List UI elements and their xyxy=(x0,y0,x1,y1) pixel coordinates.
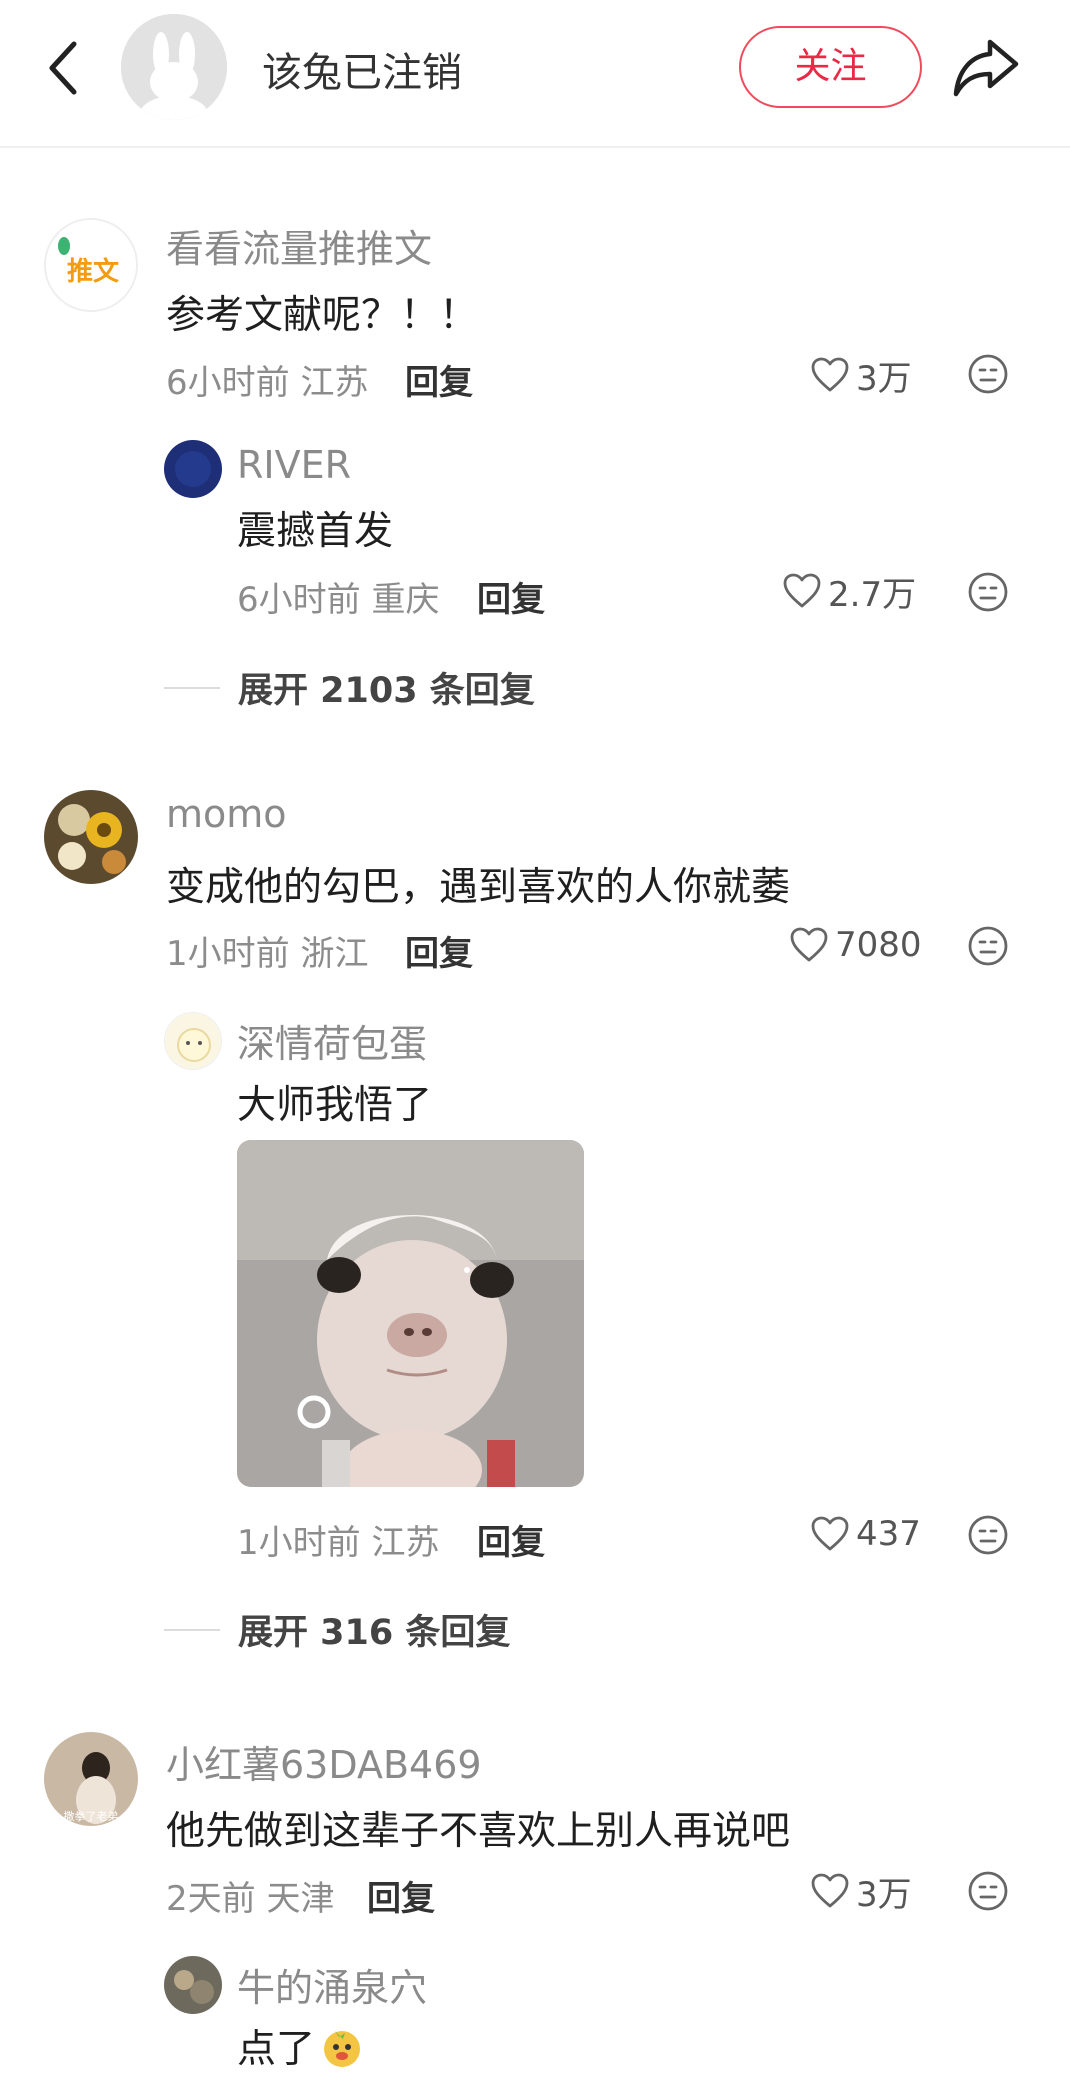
comment-username[interactable]: 看看流量推推文 xyxy=(166,218,432,273)
reply-button[interactable]: 回复 xyxy=(477,572,545,621)
comment-text: 他先做到这辈子不喜欢上别人再说吧 xyxy=(166,1809,791,1854)
reply-text: 点了 xyxy=(237,2027,316,2072)
divider xyxy=(164,686,220,689)
like-count: 3万 xyxy=(856,358,912,399)
svg-text:推文: 推文 xyxy=(67,256,120,287)
share-icon[interactable] xyxy=(950,34,1022,100)
comment-username[interactable]: 小红薯63DAB469 xyxy=(166,1734,482,1789)
like-button[interactable]: 437 xyxy=(810,1511,921,1557)
like-count: 2.7万 xyxy=(828,574,917,615)
heart-icon xyxy=(811,357,849,392)
like-button[interactable]: 7080 xyxy=(789,922,922,968)
replier-avatar[interactable] xyxy=(164,1956,222,2014)
follow-button[interactable]: 关注 xyxy=(739,26,922,108)
heart-icon xyxy=(783,573,821,608)
top-bar: 该兔已注销 关注 xyxy=(0,0,1070,148)
reply-username[interactable]: RIVER xyxy=(237,443,351,487)
comment-time: 1小时前 浙江 xyxy=(166,934,369,974)
expand-replies[interactable]: 展开 316 条回复 xyxy=(164,1604,510,1655)
heart-icon xyxy=(811,1873,849,1908)
commenter-avatar[interactable]: 推文 xyxy=(44,218,138,312)
comment-time: 6小时前 江苏 xyxy=(166,363,369,403)
reply-button[interactable]: 回复 xyxy=(477,1515,545,1564)
heart-icon xyxy=(811,1516,849,1551)
replier-avatar[interactable] xyxy=(164,1012,222,1070)
reply-text: 大师我悟了 xyxy=(237,1083,433,1128)
reply-button[interactable]: 回复 xyxy=(405,926,473,975)
reply-username[interactable]: 深情荷包蛋 xyxy=(237,1013,427,1068)
emoji-reaction-icon[interactable] xyxy=(966,1513,1010,1557)
reply-username[interactable]: 牛的涌泉穴 xyxy=(237,1957,427,2012)
reply-image[interactable] xyxy=(237,1140,584,1487)
like-button[interactable]: 3万 xyxy=(810,1868,912,1915)
like-button[interactable]: 2.7万 xyxy=(782,568,917,615)
svg-text:撒拳了老弟: 撒拳了老弟 xyxy=(64,1809,119,1823)
emoji-reaction-icon[interactable] xyxy=(966,924,1010,968)
comment-text: 变成他的勾巴，遇到喜欢的人你就萎 xyxy=(166,865,791,910)
comment-text: 参考文献呢？！！ xyxy=(166,293,479,338)
comment-time: 2天前 天津 xyxy=(166,1879,335,1919)
comment-username[interactable]: momo xyxy=(166,792,287,836)
expand-replies-label: 展开 2103 条回复 xyxy=(238,671,535,711)
commenter-avatar[interactable]: 撒拳了老弟 xyxy=(44,1732,138,1826)
commenter-avatar[interactable] xyxy=(44,790,138,884)
reply-button[interactable]: 回复 xyxy=(405,355,473,404)
like-button[interactable]: 3万 xyxy=(810,352,912,399)
heart-icon xyxy=(790,927,828,962)
back-icon[interactable] xyxy=(40,36,88,100)
expand-replies[interactable]: 展开 2103 条回复 xyxy=(164,662,535,713)
author-avatar[interactable] xyxy=(121,14,227,120)
like-count: 3万 xyxy=(856,1874,912,1915)
emoji-reaction-icon[interactable] xyxy=(966,570,1010,614)
reply-text-row: 点了 xyxy=(237,2018,365,2074)
expand-replies-label: 展开 316 条回复 xyxy=(238,1613,511,1653)
reply-button[interactable]: 回复 xyxy=(367,1871,435,1920)
replier-avatar[interactable] xyxy=(164,440,222,498)
reply-time: 1小时前 江苏 xyxy=(237,1523,440,1563)
divider xyxy=(164,1628,220,1631)
reply-text: 震撼首发 xyxy=(237,509,394,554)
reply-time: 6小时前 重庆 xyxy=(237,580,440,620)
like-count: 437 xyxy=(856,1514,921,1554)
emoji-reaction-icon[interactable] xyxy=(966,352,1010,396)
like-count: 7080 xyxy=(835,925,922,965)
emoji-sticker-icon xyxy=(324,2031,361,2067)
author-name: 该兔已注销 xyxy=(262,50,462,96)
emoji-reaction-icon[interactable] xyxy=(966,1869,1010,1913)
